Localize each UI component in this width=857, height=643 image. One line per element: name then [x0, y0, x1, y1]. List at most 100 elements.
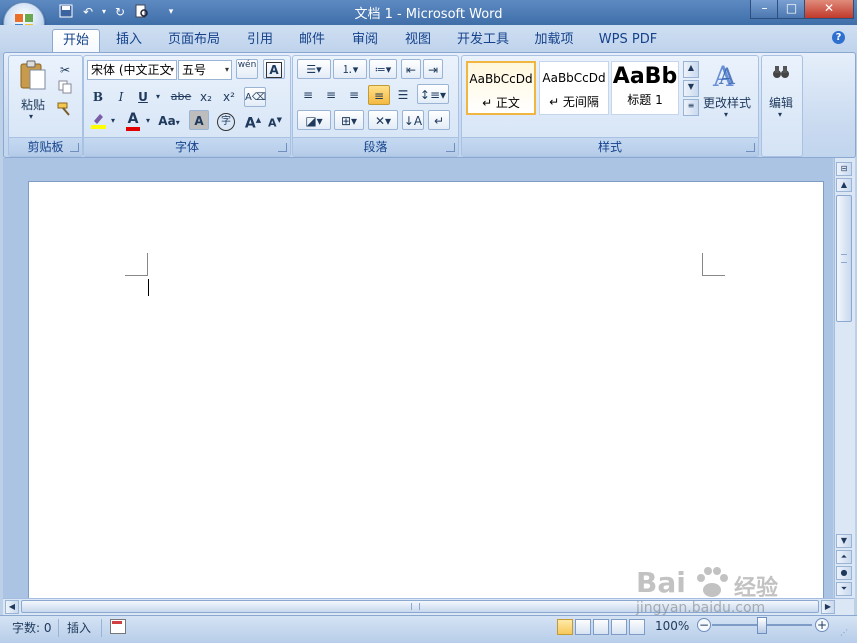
styles-more-icon[interactable]: ≡: [683, 99, 699, 116]
clear-formatting-icon: A⌫: [245, 92, 266, 103]
undo-icon[interactable]: ↶: [80, 4, 96, 20]
highlight-dropdown-icon[interactable]: ▾: [108, 111, 118, 131]
styles-launcher-icon[interactable]: [746, 143, 755, 152]
character-border-button[interactable]: A: [263, 59, 285, 79]
sort-button[interactable]: ↓A: [402, 110, 424, 130]
font-name-select[interactable]: 宋体 (中文正文 ▾: [87, 60, 177, 80]
justify-button[interactable]: ≡: [368, 85, 390, 105]
watermark-brand: Bai: [636, 566, 686, 599]
scroll-left-icon[interactable]: ◀: [5, 600, 19, 614]
style-heading-1[interactable]: AaBb 标题 1: [611, 61, 679, 115]
font-color-dropdown-icon[interactable]: ▾: [143, 111, 153, 131]
change-case-button[interactable]: Aa▾: [156, 111, 182, 131]
asian-layout-button[interactable]: ✕▾: [368, 110, 398, 130]
character-border-icon: A: [266, 62, 282, 78]
phonetic-guide-button[interactable]: wén: [236, 59, 258, 79]
bold-button[interactable]: B: [89, 87, 107, 107]
align-left-icon: ≡: [302, 88, 314, 102]
tab-review[interactable]: 审阅: [346, 29, 384, 51]
macro-recording-icon[interactable]: [110, 619, 126, 634]
font-color-button[interactable]: A: [124, 109, 142, 131]
maximize-button[interactable]: □: [777, 0, 806, 19]
web-layout-icon[interactable]: [593, 619, 609, 635]
align-left-button[interactable]: ≡: [298, 85, 318, 105]
clipboard-launcher-icon[interactable]: [70, 143, 79, 152]
justify-icon: ≡: [373, 89, 385, 103]
insert-mode[interactable]: 插入: [67, 619, 91, 636]
strikethrough-button[interactable]: abe: [169, 87, 193, 107]
crop-mark-top-right: [702, 275, 725, 276]
paste-button[interactable]: 粘贴 ▾: [12, 58, 54, 126]
scroll-up-icon[interactable]: ▲: [836, 178, 852, 192]
tab-references[interactable]: 引用: [241, 29, 279, 51]
font-launcher-icon[interactable]: [278, 143, 287, 152]
distribute-button[interactable]: ☰: [393, 85, 413, 105]
status-separator: [101, 619, 102, 637]
paragraph-launcher-icon[interactable]: [446, 143, 455, 152]
print-preview-icon[interactable]: [133, 4, 149, 20]
ruler-toggle-icon[interactable]: ⊟: [836, 162, 852, 176]
cut-icon[interactable]: ✂: [56, 60, 74, 80]
character-shading-button[interactable]: A: [189, 110, 209, 130]
save-icon[interactable]: [58, 4, 74, 20]
editing-button[interactable]: 编辑 ▾: [762, 58, 800, 128]
tab-insert[interactable]: 插入: [110, 29, 148, 51]
enclose-characters-icon: 字: [217, 113, 235, 131]
tab-add-ins[interactable]: 加载项: [530, 29, 578, 51]
tab-view[interactable]: 视图: [399, 29, 437, 51]
align-center-icon: ≡: [325, 88, 337, 102]
word-count[interactable]: 字数: 0: [12, 619, 52, 636]
superscript-button[interactable]: x²: [219, 87, 239, 107]
tab-developer[interactable]: 开发工具: [452, 29, 514, 51]
grow-font-button[interactable]: A▲: [243, 110, 263, 132]
resize-grip-icon[interactable]: ⋰: [840, 628, 850, 638]
help-icon[interactable]: ?: [832, 31, 845, 44]
paste-label: 粘贴: [20, 98, 45, 112]
print-layout-view-icon[interactable]: [557, 619, 573, 635]
scroll-down-icon[interactable]: ▼: [836, 534, 852, 548]
underline-dropdown-icon[interactable]: ▾: [153, 87, 163, 107]
close-button[interactable]: ✕: [804, 0, 854, 19]
numbering-button[interactable]: ⒈▾: [333, 59, 367, 79]
tab-mailings[interactable]: 邮件: [293, 29, 331, 51]
vertical-scroll-thumb[interactable]: [836, 195, 852, 322]
style-sample: AaBbCcDd: [469, 72, 533, 86]
bullets-button[interactable]: ☰▾: [297, 59, 331, 79]
italic-button[interactable]: I: [112, 87, 130, 107]
multilevel-list-button[interactable]: ≔▾: [369, 59, 397, 79]
decrease-indent-button[interactable]: ⇤: [401, 59, 421, 79]
full-screen-reading-icon[interactable]: [575, 619, 591, 635]
minimize-button[interactable]: –: [750, 0, 779, 19]
style-no-spacing[interactable]: AaBbCcDd ↵ 无间隔: [539, 61, 609, 115]
tab-page-layout[interactable]: 页面布局: [163, 29, 225, 51]
enclose-characters-button[interactable]: 字: [215, 110, 237, 131]
align-right-button[interactable]: ≡: [344, 85, 364, 105]
show-marks-button[interactable]: ↵: [428, 110, 450, 130]
highlight-button[interactable]: [88, 111, 108, 131]
undo-dropdown-icon[interactable]: ▾: [96, 4, 112, 20]
borders-button[interactable]: ⊞▾: [334, 110, 364, 130]
copy-icon[interactable]: [56, 80, 74, 100]
styles-scroll-down-icon[interactable]: ▼: [683, 80, 699, 97]
tab-home[interactable]: 开始: [52, 29, 100, 53]
shrink-font-button[interactable]: A▼: [265, 110, 285, 130]
redo-icon[interactable]: ↻: [112, 4, 128, 20]
customize-qat-icon[interactable]: ▾: [163, 4, 179, 20]
change-styles-button[interactable]: A A 更改样式 ▾: [700, 58, 754, 128]
clear-formatting-button[interactable]: A⌫: [244, 87, 266, 107]
style-normal[interactable]: AaBbCcDd ↵ 正文: [466, 61, 536, 115]
document-page[interactable]: [28, 181, 824, 613]
chevron-down-icon: ▾: [169, 65, 174, 74]
styles-scroll-up-icon[interactable]: ▲: [683, 61, 699, 78]
shading-button[interactable]: ◪▾: [297, 110, 331, 130]
outline-view-icon[interactable]: [611, 619, 627, 635]
tab-wps-pdf[interactable]: WPS PDF: [596, 29, 660, 51]
format-painter-icon[interactable]: [56, 101, 74, 121]
chevron-down-icon: ▾: [778, 110, 783, 119]
font-size-select[interactable]: 五号 ▾: [178, 60, 232, 80]
line-spacing-button[interactable]: ↕≡▾: [417, 84, 449, 104]
increase-indent-button[interactable]: ⇥: [423, 59, 443, 79]
subscript-button[interactable]: x₂: [196, 87, 216, 107]
align-center-button[interactable]: ≡: [321, 85, 341, 105]
underline-button[interactable]: U: [134, 87, 152, 107]
